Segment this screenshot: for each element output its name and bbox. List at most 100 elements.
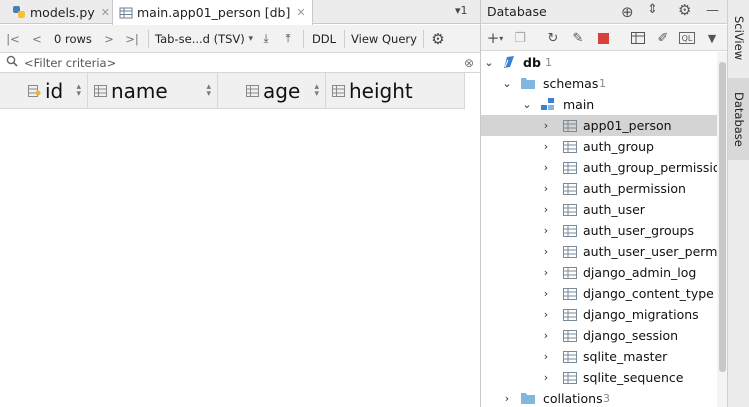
table-icon [563, 246, 577, 258]
tree-node-table[interactable]: › django_admin_log [481, 262, 717, 283]
chevron-down-icon[interactable]: ⌄ [521, 98, 533, 111]
console-icon[interactable]: QL [679, 32, 695, 44]
tree-node-table[interactable]: › sqlite_sequence [481, 367, 717, 388]
crosshair-icon[interactable]: ⊕ [621, 3, 634, 21]
side-tab-database[interactable]: Database [728, 78, 749, 160]
clear-filter-icon[interactable]: ⊗ [464, 56, 474, 70]
add-icon[interactable]: + ▾ [486, 29, 504, 47]
edit-schema-icon[interactable]: ✎ [569, 29, 587, 47]
tree-label: django_content_type [583, 286, 714, 301]
previous-page-icon[interactable]: < [26, 25, 48, 53]
tree-node-table[interactable]: › app01_person [481, 115, 717, 136]
tab-app01-person[interactable]: main.app01_person [db] ✕ [112, 0, 313, 25]
chevron-right-icon[interactable]: › [540, 350, 552, 363]
tab-label: models.py [30, 4, 95, 20]
tab-list-menu[interactable]: ▾1 [455, 4, 468, 17]
chevron-right-icon[interactable]: › [540, 266, 552, 279]
tree-label: django_admin_log [583, 265, 697, 280]
search-icon [6, 55, 18, 70]
column-label: age [263, 79, 301, 103]
editor-pane: models.py ✕ main.app01_person [db] ✕ ▾1 … [0, 0, 480, 407]
table-icon [119, 7, 133, 18]
chevron-right-icon[interactable]: › [540, 182, 552, 195]
column-header-name[interactable]: name ▴ ▾ [88, 73, 218, 109]
column-label: name [111, 79, 168, 103]
column-header-id[interactable]: id ▴ ▾ [0, 73, 88, 109]
tree-node-table[interactable]: › sqlite_master [481, 346, 717, 367]
chevron-right-icon[interactable]: › [540, 140, 552, 153]
sort-icon[interactable]: ▴ ▾ [76, 83, 81, 99]
chevron-right-icon[interactable]: › [540, 119, 552, 132]
filter-icon[interactable]: ▼ [703, 29, 721, 47]
gear-icon[interactable]: ⚙ [428, 25, 448, 53]
tree-label: collations [543, 391, 603, 406]
tree-node-table[interactable]: › auth_user_groups [481, 220, 717, 241]
tree-node-table[interactable]: › auth_user [481, 199, 717, 220]
toolbar-divider [303, 29, 304, 48]
chevron-right-icon[interactable]: › [540, 308, 552, 321]
chevron-right-icon[interactable]: › [540, 224, 552, 237]
tree-node-table[interactable]: › django_session [481, 325, 717, 346]
chevron-right-icon[interactable]: › [540, 329, 552, 342]
table-icon [563, 267, 577, 279]
upload-icon[interactable]: ⤒ [277, 25, 299, 53]
download-icon[interactable]: ⤓ [255, 25, 277, 53]
next-page-icon[interactable]: > [98, 25, 120, 53]
results-grid-empty[interactable] [0, 110, 480, 407]
gear-icon[interactable]: ⚙ [678, 1, 691, 19]
close-icon[interactable]: ✕ [296, 6, 305, 19]
filter-input[interactable]: <Filter criteria> [24, 56, 464, 70]
export-format-select[interactable]: Tab-se...d (TSV) ▾ [153, 25, 255, 53]
ddl-button[interactable]: DDL [308, 25, 340, 53]
chevron-right-icon[interactable]: › [540, 161, 552, 174]
collapse-all-icon[interactable]: ⇕ [647, 2, 658, 17]
tree-node-table[interactable]: › auth_user_user_permissic [481, 241, 717, 262]
tree-scrollbar-thumb[interactable] [719, 62, 726, 372]
table-icon [563, 225, 577, 237]
tree-node-table[interactable]: › auth_group [481, 136, 717, 157]
tree-count: 1 [545, 56, 552, 69]
first-page-icon[interactable]: |< [0, 25, 26, 53]
chevron-down-icon[interactable]: ⌄ [501, 77, 513, 90]
tree-node-db[interactable]: ⌄ db 1 [481, 52, 717, 73]
close-icon[interactable]: ✕ [101, 6, 110, 19]
chevron-right-icon[interactable]: › [540, 371, 552, 384]
view-query-button[interactable]: View Query [349, 25, 419, 53]
tree-node-table[interactable]: › django_content_type [481, 283, 717, 304]
chevron-right-icon[interactable]: › [501, 392, 513, 405]
tree-node-main[interactable]: ⌄ main [481, 94, 717, 115]
chevron-right-icon[interactable]: › [540, 245, 552, 258]
chevron-right-icon[interactable]: › [540, 287, 552, 300]
primary-key-column-icon [28, 85, 41, 97]
tree-label: app01_person [583, 118, 672, 133]
tree-node-table[interactable]: › auth_group_permissions [481, 157, 717, 178]
tree-node-table[interactable]: › django_migrations [481, 304, 717, 325]
column-header-age[interactable]: age ▴ ▾ [218, 73, 326, 109]
chevron-down-icon[interactable]: ⌄ [483, 56, 495, 69]
last-page-icon[interactable]: >| [120, 25, 144, 53]
table-view-icon[interactable] [629, 29, 647, 47]
schema-icon [541, 98, 554, 110]
pencil-icon[interactable]: ✐ [654, 29, 672, 47]
tree-node-schemas[interactable]: ⌄ schemas 1 [481, 73, 717, 94]
sort-icon[interactable]: ▴ ▾ [314, 83, 319, 99]
column-header-height[interactable]: height [326, 73, 465, 109]
tree-node-collations[interactable]: › collations 3 [481, 388, 717, 407]
copy-icon[interactable]: ❐ [511, 29, 529, 47]
chevron-right-icon[interactable]: › [540, 203, 552, 216]
sort-icon[interactable]: ▴ ▾ [206, 83, 211, 99]
folder-icon [521, 78, 535, 89]
tree-label: django_migrations [583, 307, 699, 322]
refresh-icon[interactable]: ↻ [544, 29, 562, 47]
panel-title: Database [487, 4, 547, 19]
tree-label: schemas [543, 76, 599, 91]
tree-node-table[interactable]: › auth_permission [481, 178, 717, 199]
toolbar-divider [423, 29, 424, 48]
rows-count[interactable]: 0 rows [48, 25, 98, 53]
stop-icon[interactable] [594, 29, 612, 47]
tab-models-py[interactable]: models.py ✕ [6, 0, 116, 24]
hide-panel-icon[interactable]: — [706, 3, 719, 18]
results-toolbar: |< < 0 rows > >| Tab-se...d (TSV) ▾ ⤓ ⤒ … [0, 25, 480, 53]
tab-label: main.app01_person [db] [137, 5, 291, 20]
side-tab-sciview[interactable]: SciView [728, 8, 749, 68]
